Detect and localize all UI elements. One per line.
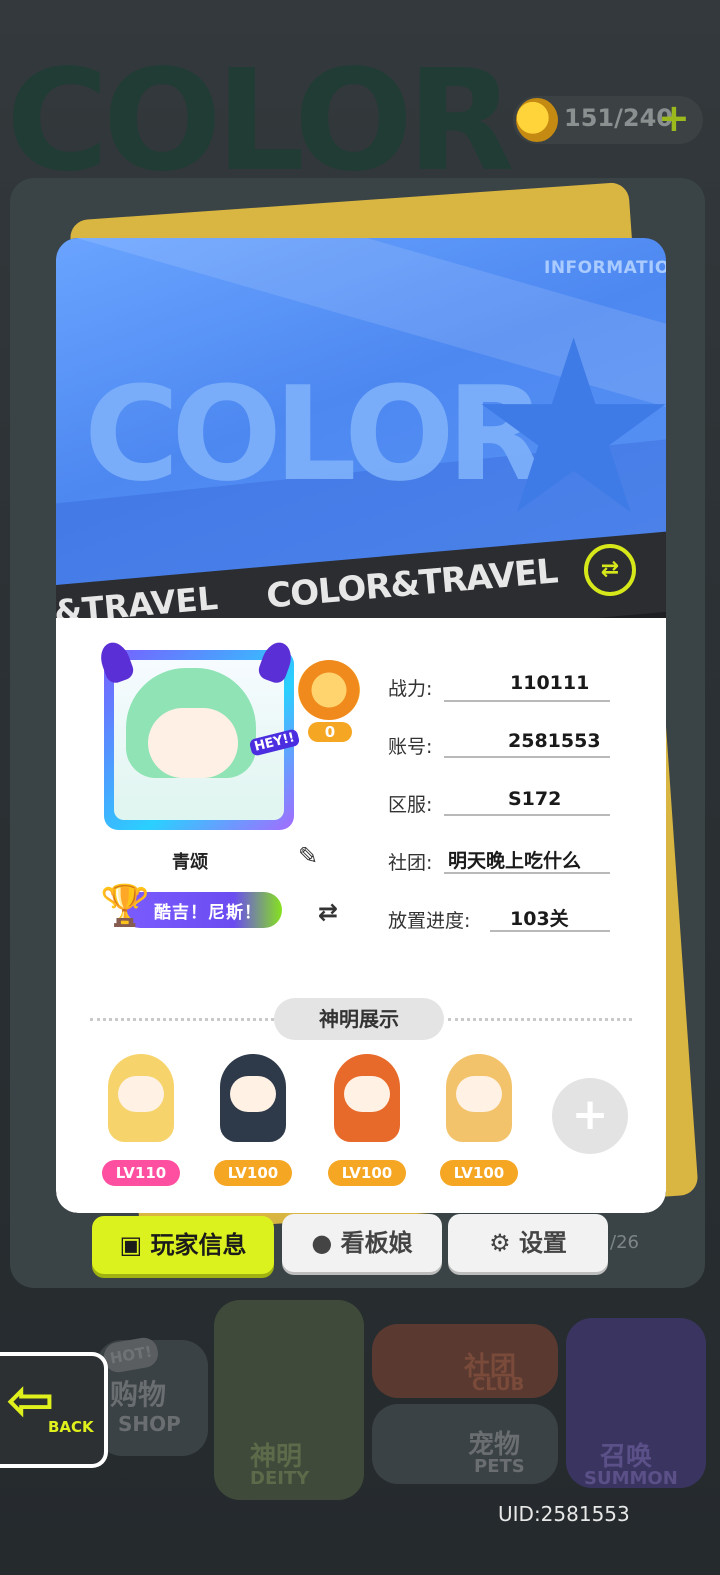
tab-label: 看板娘 [340,1229,413,1257]
nav-shop-label: 购物 [110,1378,167,1411]
stat-label: 战力: [388,678,433,700]
background-counter: /26 [610,1232,639,1253]
stat-power-value: 110111 [510,672,590,694]
tab-settings[interactable]: ⚙ 设置 [448,1214,608,1272]
stat-label: 社团: [388,852,433,874]
deity-level-badge: LV100 [440,1160,518,1186]
stat-server-value: S172 [508,788,562,810]
section-divider [448,1018,632,1021]
star-icon: ★ [466,288,666,568]
tab-label: 设置 [518,1229,567,1257]
tab-label: 玩家信息 [150,1231,247,1259]
gear-icon: ⚙ [489,1229,511,1257]
tab-mascot[interactable]: ● 看板娘 [282,1214,442,1272]
deity-level-badge: LV100 [214,1160,292,1186]
deity-level-badge: LV100 [328,1160,406,1186]
stamina-icon [516,98,558,142]
stat-account-value: 2581553 [508,730,601,752]
player-uid: UID:2581553 [498,1502,630,1526]
stat-label: 账号: [388,736,433,758]
deity-card[interactable] [96,1050,186,1150]
back-label: BACK [48,1418,94,1436]
player-info-card: COLOR ★ INFORMATION &TRAVEL COLOR&TRAVEL… [56,238,666,1213]
travel-badge-icon: ⇄ [584,544,636,596]
tab-player-info[interactable]: ▣ 玩家信息 [92,1216,274,1274]
stamina-value: 151/240 [564,104,673,132]
title-badge-text: 酷吉！尼斯！ [154,903,262,923]
deity-card[interactable] [434,1050,524,1150]
plus-icon[interactable]: + [658,98,690,138]
deity-card[interactable] [322,1050,412,1150]
stat-underline [444,756,610,758]
stat-underline [444,814,610,816]
edit-name-icon[interactable]: ✎ [298,842,332,870]
deity-face [230,1076,276,1112]
rank-badge-icon[interactable] [298,660,360,720]
stat-progress-value: 103关 [510,908,569,930]
nav-shop-en-label: SHOP [118,1412,181,1436]
deity-face [456,1076,502,1112]
deity-section-title: 神明展示 [274,998,444,1040]
stat-underline [444,872,610,874]
stat-label: 放置进度: [388,910,471,932]
section-divider [90,1018,274,1021]
id-card-icon: ▣ [119,1231,143,1259]
deity-face [344,1076,390,1112]
rank-number: 0 [308,722,352,742]
deity-level-badge: LV110 [102,1160,180,1186]
switch-title-icon[interactable]: ⇄ [318,898,350,926]
trophy-icon: 🏆 [100,883,150,929]
stat-underline [444,700,610,702]
nav-pets-en-label: PETS [474,1456,525,1477]
nav-summon-en-label: SUMMON [584,1468,678,1489]
add-deity-button[interactable]: + [552,1078,628,1154]
stat-club-value: 明天晚上吃什么 [448,850,582,872]
nav-deity-en-label: DEITY [250,1468,310,1489]
nav-pets[interactable] [372,1404,558,1484]
banner-label: INFORMATION [544,258,666,278]
player-nickname: 青颂 [172,852,208,873]
stat-label: 区服: [388,794,433,816]
nav-club-en-label: CLUB [472,1374,525,1395]
user-swap-icon: ● [311,1229,333,1257]
deity-face [118,1076,164,1112]
avatar-face [148,708,238,778]
stat-underline [490,930,610,932]
deity-card[interactable] [208,1050,298,1150]
